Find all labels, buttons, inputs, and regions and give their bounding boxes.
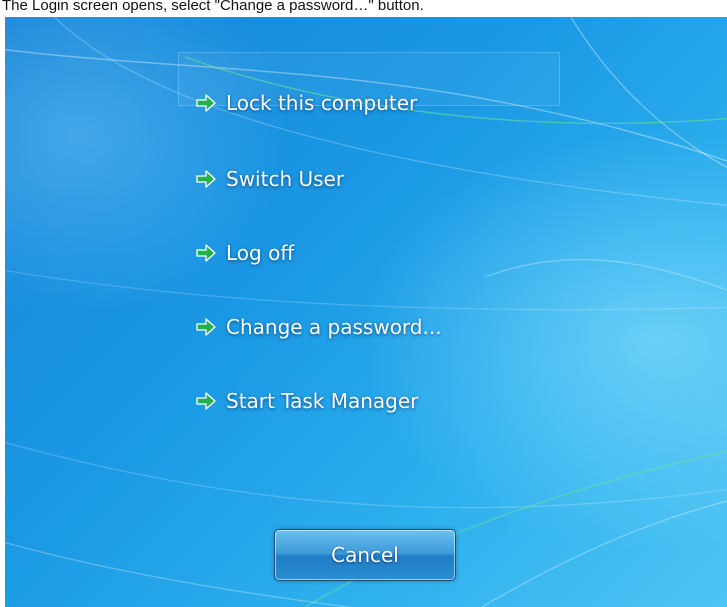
green-arrow-icon (196, 94, 216, 112)
green-arrow-icon (196, 318, 216, 336)
switch-user-option[interactable]: Switch User (195, 162, 344, 196)
option-label: Lock this computer (226, 91, 418, 115)
change-a-password-option[interactable]: Change a password... (195, 310, 442, 344)
security-options-screen: Lock this computer Switch User Log off C… (5, 17, 727, 607)
option-label: Switch User (226, 167, 345, 191)
option-label: Log off (226, 241, 295, 265)
log-off-option[interactable]: Log off (195, 236, 294, 270)
cancel-button[interactable]: Cancel (274, 529, 456, 581)
start-task-manager-option[interactable]: Start Task Manager (195, 384, 418, 418)
instruction-caption: The Login screen opens, select "Change a… (2, 0, 424, 14)
green-arrow-icon (196, 170, 216, 188)
option-label: Start Task Manager (226, 389, 419, 413)
green-arrow-icon (196, 392, 216, 410)
green-arrow-icon (196, 244, 216, 262)
option-label: Change a password... (226, 315, 442, 339)
lock-this-computer-option[interactable]: Lock this computer (195, 86, 417, 120)
